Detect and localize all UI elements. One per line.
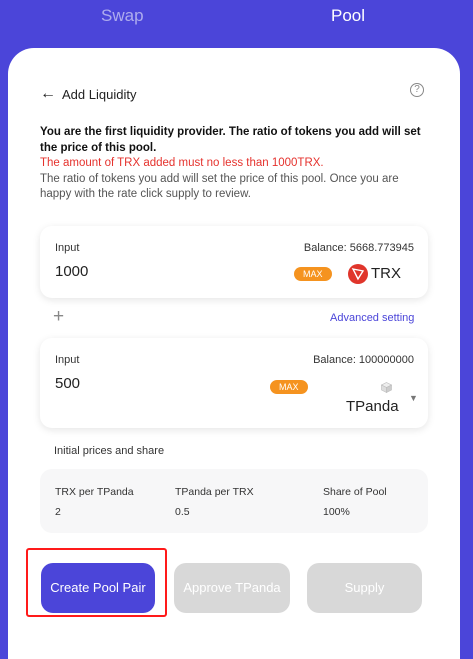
balance-label: Balance: 5668.773945 [303, 242, 414, 254]
notice: You are the first liquidity provider. Th… [40, 125, 428, 203]
prices-title: Initial prices and share [54, 445, 165, 457]
create-pool-pair-button[interactable]: Create Pool Pair [41, 563, 155, 613]
prices-box: TRX per TPanda 2 TPanda per TRX 0.5 Shar… [40, 469, 428, 533]
cube-icon [380, 380, 393, 393]
max-button[interactable]: MAX [294, 267, 332, 281]
back-arrow-icon[interactable]: ← [40, 85, 56, 103]
amount-input[interactable]: 1000 [55, 263, 88, 280]
chevron-down-icon[interactable]: ▼ [409, 393, 418, 403]
max-button[interactable]: MAX [270, 380, 308, 394]
top-tabs: Swap Pool [0, 0, 473, 40]
balance-label: Balance: 100000000 [313, 354, 414, 366]
tab-pool[interactable]: Pool [331, 6, 365, 26]
approve-tpanda-button[interactable]: Approve TPanda [174, 563, 290, 613]
supply-button[interactable]: Supply [307, 563, 422, 613]
input-box-tpanda: Input Balance: 100000000 500 MAX TPanda … [40, 338, 428, 428]
add-liquidity-card: ← Add Liquidity ? You are the first liqu… [8, 48, 460, 659]
price-value: 100% [323, 506, 350, 518]
header: ← Add Liquidity ? [40, 83, 424, 106]
tron-icon [348, 264, 368, 284]
notice-info: The ratio of tokens you add will set the… [40, 172, 399, 201]
token-name: TRX [371, 265, 401, 282]
input-label: Input [55, 354, 80, 366]
price-value: 0.5 [175, 506, 190, 518]
price-header: TPanda per TRX [175, 486, 254, 498]
notice-min-trx-warning: The amount of TRX added must no less tha… [40, 157, 324, 169]
token-select[interactable]: TPanda [346, 398, 399, 415]
advanced-setting-link[interactable]: Advanced setting [330, 312, 414, 324]
page-title: Add Liquidity [62, 87, 137, 102]
help-icon[interactable]: ? [410, 83, 424, 97]
plus-icon: + [53, 306, 65, 327]
notice-first-provider: You are the first liquidity provider. Th… [40, 126, 421, 154]
amount-input[interactable]: 500 [55, 375, 80, 392]
price-value: 2 [55, 506, 61, 518]
price-header: TRX per TPanda [55, 486, 134, 498]
price-header: Share of Pool [323, 486, 387, 498]
input-label: Input [55, 242, 80, 254]
tab-swap[interactable]: Swap [101, 6, 144, 26]
input-box-trx: Input Balance: 5668.773945 1000 MAX TRX [40, 226, 428, 298]
